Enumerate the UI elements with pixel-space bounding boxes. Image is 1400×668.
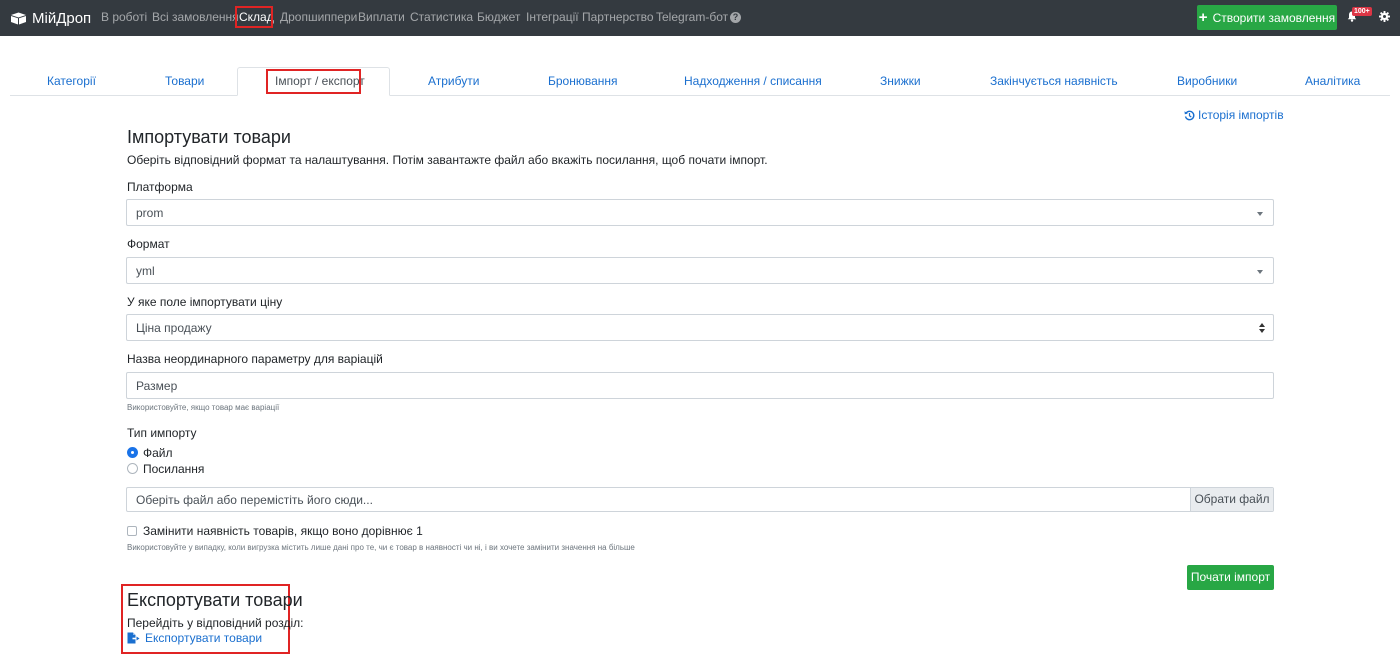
export-description: Перейдіть у відповідний розділ: <box>127 616 304 630</box>
import-type-file-radio[interactable] <box>127 447 138 458</box>
help-icon[interactable]: ? <box>730 12 741 23</box>
import-history-link[interactable]: Історія імпортів <box>1184 108 1284 122</box>
nav-item-in-work[interactable]: В роботі <box>101 10 147 24</box>
tab-categories[interactable]: Категорії <box>47 74 96 88</box>
export-products-link[interactable]: Експортувати товари <box>127 631 262 645</box>
price-field-select[interactable]: Ціна продажу <box>126 314 1274 341</box>
import-title: Імпортувати товари <box>127 127 291 147</box>
nav-item-budget[interactable]: Бюджет <box>477 10 520 24</box>
brand-logo[interactable]: МійДроп <box>10 8 91 28</box>
create-order-button[interactable]: + Створити замовлення <box>1197 5 1337 30</box>
choose-file-button[interactable]: Обрати файл <box>1190 488 1273 511</box>
variation-param-label: Назва неординарного параметру для варіац… <box>127 352 383 366</box>
import-type-link-label[interactable]: Посилання <box>143 462 204 476</box>
select-arrows-icon <box>1259 322 1265 334</box>
nav-item-partnership[interactable]: Партнерство <box>582 10 654 24</box>
variation-param-input[interactable]: Размер <box>126 372 1274 399</box>
format-label: Формат <box>127 237 170 251</box>
nav-item-telegram-bot[interactable]: Telegram-бот <box>656 10 728 24</box>
create-order-label: Створити замовлення <box>1212 10 1336 25</box>
top-navbar: МійДроп В роботі Всі замовлення Склад Др… <box>0 0 1400 36</box>
variation-param-help: Використовуйте, якщо товар має варіації <box>127 403 280 412</box>
platform-select[interactable]: prom <box>126 199 1274 226</box>
nav-item-statistics[interactable]: Статистика <box>410 10 473 24</box>
variation-param-value: Размер <box>136 379 178 393</box>
tab-low-stock[interactable]: Закінчується наявність <box>990 74 1118 88</box>
tab-products[interactable]: Товари <box>165 74 204 88</box>
file-input-placeholder: Оберіть файл або перемістіть його сюди..… <box>136 493 373 507</box>
export-products-label: Експортувати товари <box>145 631 263 645</box>
box-icon <box>11 12 26 24</box>
nav-item-all-orders[interactable]: Всі замовлення <box>152 10 239 24</box>
platform-label: Платформа <box>127 180 193 194</box>
file-export-icon <box>127 632 140 644</box>
import-type-label: Тип импорту <box>127 426 197 440</box>
tab-discounts[interactable]: Знижки <box>880 74 921 88</box>
replace-stock-checkbox[interactable] <box>127 526 137 536</box>
price-field-label: У яке поле імпортувати ціну <box>127 295 283 309</box>
import-history-label: Історія імпортів <box>1198 108 1284 122</box>
start-import-button[interactable]: Почати імпорт <box>1187 565 1274 590</box>
nav-item-dropshippers[interactable]: Дропшиппери <box>280 10 357 24</box>
platform-value: prom <box>136 206 164 220</box>
export-title: Експортувати товари <box>127 590 303 610</box>
import-type-file-label[interactable]: Файл <box>143 446 173 460</box>
highlight-box-warehouse <box>235 6 273 28</box>
brand-name: МійДроп <box>32 9 92 27</box>
price-field-value: Ціна продажу <box>136 321 212 335</box>
caret-down-icon <box>1257 270 1263 274</box>
tab-receipts-writeoffs[interactable]: Надходження / списання <box>684 74 822 88</box>
tab-analytics[interactable]: Аналітика <box>1305 74 1360 88</box>
import-type-link-radio[interactable] <box>127 463 138 474</box>
gear-icon[interactable] <box>1379 11 1390 22</box>
history-icon <box>1184 110 1195 120</box>
replace-stock-help: Використовуйте у випадку, коли вигрузка … <box>127 543 635 552</box>
nav-item-payouts[interactable]: Виплати <box>358 10 405 24</box>
tab-reservations[interactable]: Бронювання <box>548 74 618 88</box>
replace-stock-label[interactable]: Замінити наявність товарів, якщо воно до… <box>143 524 423 538</box>
tab-attributes[interactable]: Атрибути <box>428 74 479 88</box>
tabs-divider <box>10 95 1390 96</box>
plus-icon: + <box>1198 8 1208 26</box>
format-value: yml <box>136 264 155 278</box>
caret-down-icon <box>1257 212 1263 216</box>
notifications-badge: 100+ <box>1352 7 1372 16</box>
format-select[interactable]: yml <box>126 257 1274 284</box>
import-description: Оберіть відповідний формат та налаштуван… <box>127 153 768 167</box>
highlight-box-import-export <box>266 69 361 94</box>
nav-item-integrations[interactable]: Інтеграції <box>526 10 579 24</box>
tab-manufacturers[interactable]: Виробники <box>1177 74 1237 88</box>
file-input[interactable]: Оберіть файл або перемістіть його сюди..… <box>126 487 1274 512</box>
